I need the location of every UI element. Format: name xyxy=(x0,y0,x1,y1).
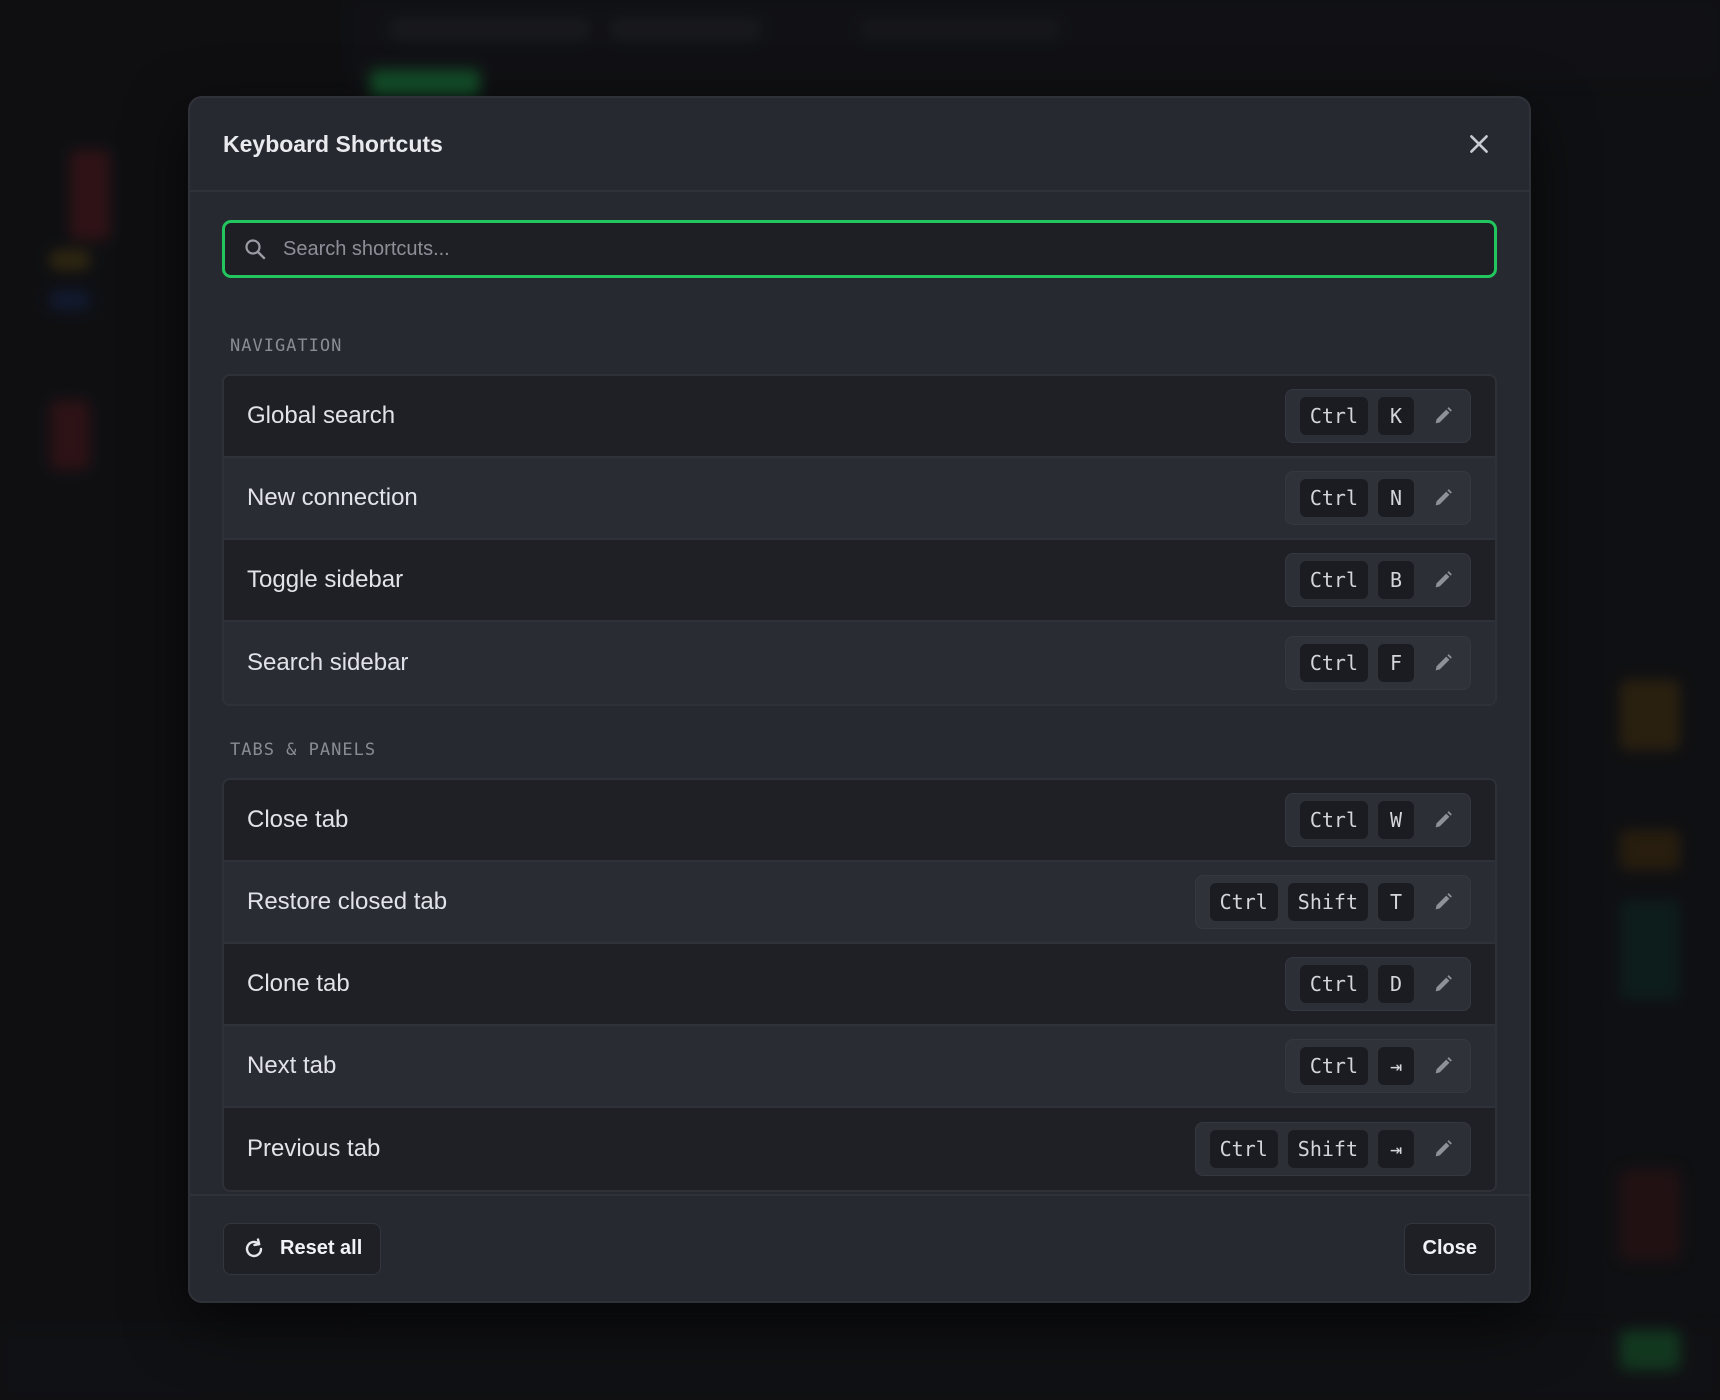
key-cap: Ctrl xyxy=(1299,561,1368,599)
edit-shortcut-button[interactable] xyxy=(1428,1134,1458,1164)
close-button[interactable]: Close xyxy=(1403,1222,1496,1275)
key-combo[interactable]: Ctrl N xyxy=(1284,471,1471,525)
shortcut-label: Clone tab xyxy=(247,970,350,997)
key-combo[interactable]: Ctrl B xyxy=(1284,553,1471,607)
key-cap: Ctrl xyxy=(1299,397,1368,435)
shortcut-row[interactable]: Next tab Ctrl ⇥ xyxy=(224,1026,1495,1108)
shortcut-label: Global search xyxy=(247,402,396,429)
key-cap: Ctrl xyxy=(1299,1047,1368,1085)
edit-shortcut-button[interactable] xyxy=(1428,1051,1458,1081)
pencil-icon xyxy=(1435,893,1452,910)
pencil-icon xyxy=(1435,975,1452,992)
pencil-icon xyxy=(1435,407,1452,424)
dialog-footer: Reset all Close xyxy=(190,1194,1529,1301)
edit-shortcut-button[interactable] xyxy=(1428,887,1458,917)
edit-shortcut-button[interactable] xyxy=(1428,648,1458,678)
reset-all-label: Reset all xyxy=(280,1237,363,1259)
section-title-navigation: NAVIGATION xyxy=(230,336,343,356)
shortcut-row[interactable]: Toggle sidebar Ctrl B xyxy=(224,540,1495,622)
shortcut-list-navigation: Global search Ctrl K New connection Ctrl N Tog… xyxy=(222,374,1497,706)
key-cap: Ctrl xyxy=(1299,965,1368,1003)
key-cap: Shift xyxy=(1287,883,1368,921)
key-combo[interactable]: Ctrl W xyxy=(1284,793,1471,847)
shortcut-label: Close tab xyxy=(247,806,349,833)
search-input[interactable] xyxy=(281,236,1476,262)
shortcut-row[interactable]: Clone tab Ctrl D xyxy=(224,944,1495,1026)
shortcut-list-tabs-panels: Close tab Ctrl W Restore closed tab Ctrl Shif… xyxy=(222,778,1497,1192)
close-dialog-button[interactable] xyxy=(1461,126,1497,162)
pencil-icon xyxy=(1435,654,1452,671)
pencil-icon xyxy=(1435,489,1452,506)
key-combo[interactable]: Ctrl Shift ⇥ xyxy=(1194,1122,1471,1176)
pencil-icon xyxy=(1435,1140,1452,1157)
key-cap: Shift xyxy=(1287,1130,1368,1168)
edit-shortcut-button[interactable] xyxy=(1428,401,1458,431)
close-icon xyxy=(1470,135,1488,153)
shortcut-row[interactable]: Close tab Ctrl W xyxy=(224,780,1495,862)
search-icon xyxy=(245,239,266,260)
shortcut-row[interactable]: Search sidebar Ctrl F xyxy=(224,622,1495,704)
shortcut-label: New connection xyxy=(247,484,418,511)
shortcut-row[interactable]: Restore closed tab Ctrl Shift T xyxy=(224,862,1495,944)
key-cap: Ctrl xyxy=(1209,883,1278,921)
key-cap: F xyxy=(1378,644,1414,682)
edit-shortcut-button[interactable] xyxy=(1428,565,1458,595)
dialog-body: NAVIGATION Global search Ctrl K New connect… xyxy=(190,192,1529,1198)
key-combo[interactable]: Ctrl K xyxy=(1284,389,1471,443)
key-combo[interactable]: Ctrl ⇥ xyxy=(1284,1039,1471,1093)
shortcut-label: Toggle sidebar xyxy=(247,566,404,593)
key-cap: Ctrl xyxy=(1299,644,1368,682)
dialog-title: Keyboard Shortcuts xyxy=(223,130,443,157)
key-cap: W xyxy=(1378,801,1414,839)
key-cap: Ctrl xyxy=(1209,1130,1278,1168)
shortcut-label: Restore closed tab xyxy=(247,888,448,915)
key-cap: ⇥ xyxy=(1378,1130,1414,1168)
pencil-icon xyxy=(1435,811,1452,828)
key-cap: B xyxy=(1378,561,1414,599)
edit-shortcut-button[interactable] xyxy=(1428,969,1458,999)
key-cap: ⇥ xyxy=(1378,1047,1414,1085)
shortcut-label: Previous tab xyxy=(247,1135,381,1162)
close-label: Close xyxy=(1422,1237,1477,1259)
shortcut-row[interactable]: Global search Ctrl K xyxy=(224,376,1495,458)
key-cap: D xyxy=(1378,965,1414,1003)
shortcut-row[interactable]: Previous tab Ctrl Shift ⇥ xyxy=(224,1108,1495,1190)
key-cap: K xyxy=(1378,397,1414,435)
pencil-icon xyxy=(1435,1057,1452,1074)
key-cap: T xyxy=(1378,883,1414,921)
shortcut-label: Search sidebar xyxy=(247,649,409,676)
search-field[interactable] xyxy=(222,220,1497,278)
dialog-header: Keyboard Shortcuts xyxy=(190,98,1529,192)
key-cap: Ctrl xyxy=(1299,801,1368,839)
key-cap: N xyxy=(1378,479,1414,517)
refresh-icon xyxy=(245,1237,263,1257)
edit-shortcut-button[interactable] xyxy=(1428,805,1458,835)
key-combo[interactable]: Ctrl F xyxy=(1284,636,1471,690)
key-combo[interactable]: Ctrl Shift T xyxy=(1194,875,1471,929)
edit-shortcut-button[interactable] xyxy=(1428,483,1458,513)
reset-all-button[interactable]: Reset all xyxy=(223,1222,382,1275)
key-cap: Ctrl xyxy=(1299,479,1368,517)
pencil-icon xyxy=(1435,571,1452,588)
shortcut-label: Next tab xyxy=(247,1052,337,1079)
key-combo[interactable]: Ctrl D xyxy=(1284,957,1471,1011)
section-title-tabs-panels: TABS & PANELS xyxy=(230,740,377,760)
keyboard-shortcuts-dialog: Keyboard Shortcuts NAVIGATION Global sea… xyxy=(188,96,1531,1303)
shortcut-row[interactable]: New connection Ctrl N xyxy=(224,458,1495,540)
